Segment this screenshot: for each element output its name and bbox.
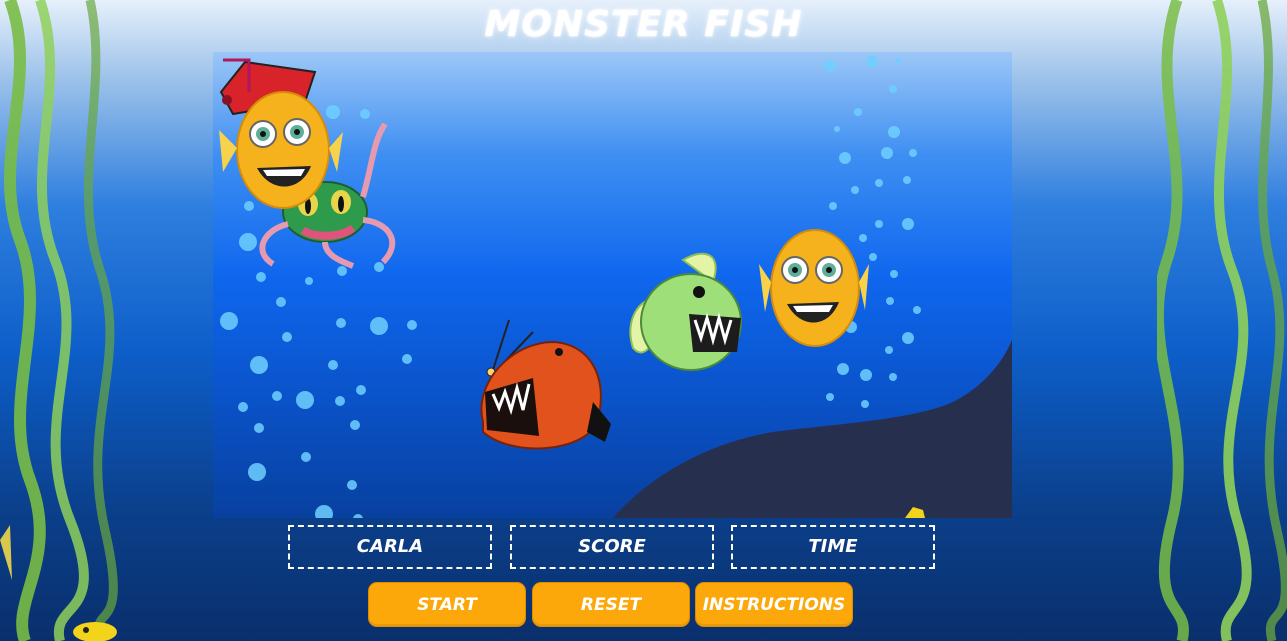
page-title: MONSTER FISH <box>484 4 803 45</box>
stats-bar: CARLA SCORE TIME <box>288 525 935 569</box>
seaweed-right-icon <box>1157 0 1287 641</box>
game-canvas[interactable] <box>213 52 1012 518</box>
reset-button[interactable]: RESET <box>532 582 690 627</box>
piranha-icon <box>629 252 742 371</box>
start-button[interactable]: START <box>368 582 526 627</box>
player-name-box: CARLA <box>288 525 492 569</box>
seaweed-left-icon <box>0 0 118 641</box>
controls-bar: START RESET INSTRUCTIONS <box>368 582 858 628</box>
score-box: SCORE <box>510 525 714 569</box>
instructions-button[interactable]: INSTRUCTIONS <box>695 582 853 627</box>
anglerfish-icon <box>480 319 611 450</box>
time-box: TIME <box>731 525 935 569</box>
